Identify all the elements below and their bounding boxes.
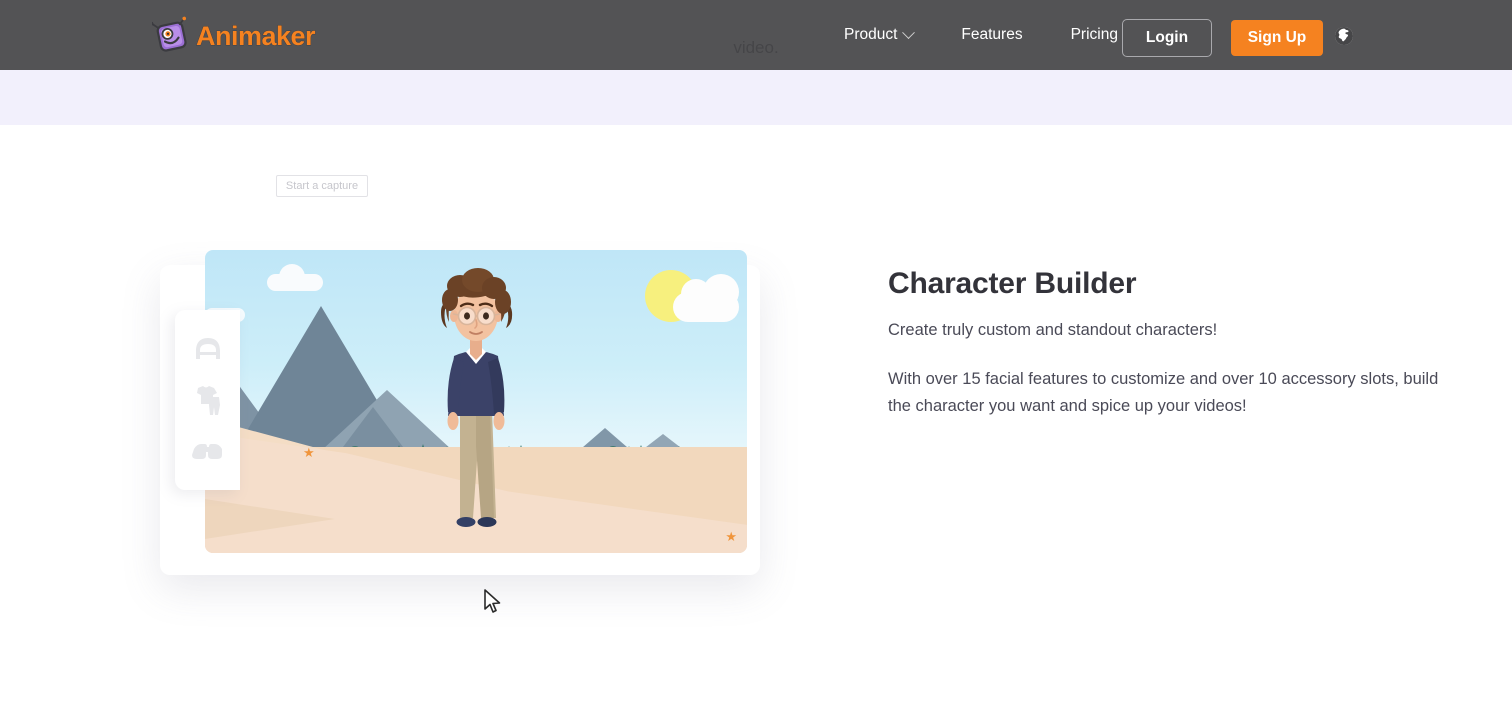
character-builder-scene: ★ ★	[205, 250, 747, 553]
glasses-icon[interactable]	[191, 436, 225, 466]
clothing-icon[interactable]	[191, 385, 225, 415]
animaker-logo[interactable]: Animaker	[149, 16, 316, 56]
nav-item-features[interactable]: Features	[937, 0, 1046, 70]
login-button[interactable]: Login	[1122, 19, 1212, 57]
character-tool-panel	[175, 310, 240, 490]
chevron-down-icon	[902, 25, 916, 39]
start-capture-button[interactable]: Start a capture	[276, 175, 368, 197]
lavender-band	[0, 70, 1512, 125]
nav-links: Product Features Pricing	[820, 0, 1142, 70]
nav-item-product[interactable]: Product	[820, 0, 937, 70]
globe-icon[interactable]	[1334, 26, 1354, 46]
nav-item-product-label: Product	[844, 26, 898, 43]
feature-copy-block: Character Builder Create truly custom an…	[888, 267, 1448, 419]
animaker-robot-logo-icon	[149, 16, 192, 56]
nav-item-features-label: Features	[961, 26, 1023, 43]
signup-button[interactable]: Sign Up	[1231, 20, 1323, 56]
nav-item-pricing-label: Pricing	[1070, 26, 1118, 43]
page-root: video.	[0, 0, 1512, 720]
starfish-left: ★	[303, 445, 315, 460]
feature-description: With over 15 facial features to customiz…	[888, 370, 1439, 415]
cloud-left	[267, 264, 323, 291]
feature-subheading: Create truly custom and standout charact…	[888, 321, 1218, 339]
cloud-right	[673, 274, 739, 322]
mouse-pointer-icon	[484, 589, 501, 613]
starfish-right: ★	[725, 529, 737, 544]
page-title: Character Builder	[888, 267, 1137, 300]
character-avatar	[441, 268, 513, 527]
top-navigation-bar: Animaker Product Features Pricing Login …	[0, 0, 1512, 70]
hair-icon[interactable]	[191, 334, 225, 364]
animaker-logo-text: Animaker	[196, 20, 316, 51]
